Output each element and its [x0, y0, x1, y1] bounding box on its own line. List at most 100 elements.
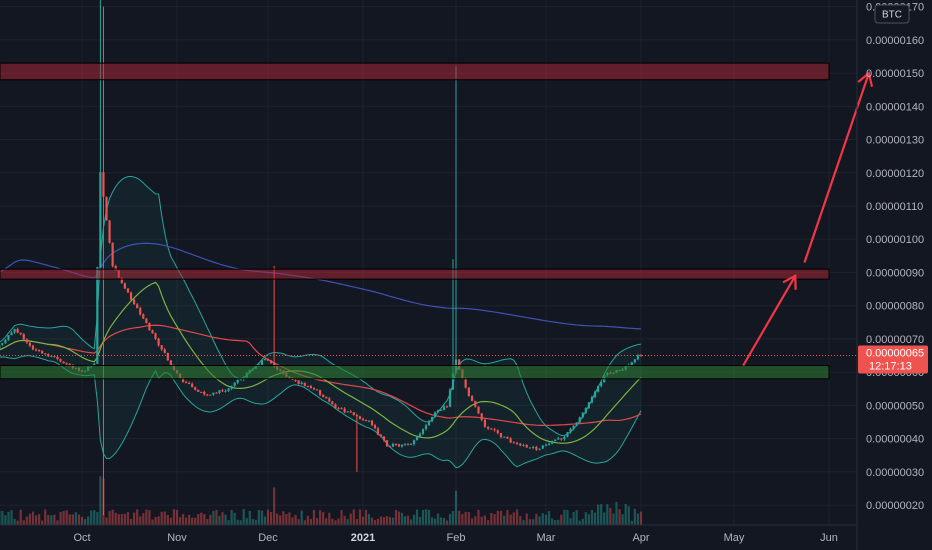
- volume-bar: [242, 509, 245, 525]
- chart[interactable]: 0.00000020 0.00000030 0.00000040 0.00000050…: [0, 0, 932, 550]
- candle-body: [148, 322, 151, 331]
- volume-bar: [28, 513, 32, 525]
- volume-bar: [260, 510, 264, 525]
- support-zone[interactable]: [0, 365, 830, 380]
- candle-body: [212, 392, 215, 395]
- candle-body: [166, 352, 169, 361]
- volume-bar: [197, 514, 200, 525]
- volume-bar: [340, 509, 343, 525]
- candle-body: [59, 358, 62, 362]
- volume-bar: [245, 518, 248, 525]
- volume-bar: [581, 518, 584, 525]
- candle-body: [13, 329, 16, 333]
- y-tick-label: 0.00000120: [866, 168, 924, 180]
- candle-body: [194, 387, 197, 390]
- candle-body: [364, 420, 368, 422]
- volume-bar: [59, 511, 62, 525]
- candle-body: [331, 401, 334, 405]
- candle-body: [509, 438, 512, 443]
- candle-body: [593, 391, 597, 397]
- candle-body: [421, 429, 425, 434]
- projection-arrows[interactable]: [742, 71, 874, 367]
- volume-bar: [584, 512, 587, 525]
- chart-svg[interactable]: 0.00000020 0.00000030 0.00000040 0.00000050…: [0, 0, 932, 550]
- candle-body: [65, 363, 68, 365]
- candle-body: [515, 442, 519, 444]
- volume-bar: [224, 514, 227, 525]
- volume-bar: [50, 515, 53, 525]
- volume-bar: [263, 516, 267, 525]
- volume-bar: [477, 509, 480, 525]
- volume-bar: [609, 507, 612, 525]
- volume-bar: [554, 520, 557, 525]
- volume-bar: [77, 514, 81, 525]
- volume-bar: [178, 517, 182, 525]
- volume-bar: [221, 512, 224, 525]
- candle-body: [1, 343, 4, 345]
- volume-bar: [624, 504, 627, 525]
- volume-bar: [433, 518, 437, 525]
- candle-body: [367, 420, 371, 422]
- candle-body: [376, 428, 380, 435]
- candle-body: [318, 390, 322, 395]
- arrow-shaft: [803, 72, 870, 263]
- volume-bar: [600, 504, 603, 525]
- candle-body: [56, 356, 59, 359]
- candle-body: [560, 438, 563, 440]
- candle-body: [596, 385, 600, 392]
- resistance-zone[interactable]: [0, 268, 830, 280]
- volume-bar: [461, 513, 464, 525]
- candle-body: [322, 394, 325, 397]
- volume-bar: [569, 518, 572, 525]
- candle-body: [578, 417, 581, 423]
- volume-bar: [593, 512, 597, 525]
- candle-body: [538, 448, 541, 450]
- volume-bar: [37, 514, 41, 525]
- candle-body: [197, 389, 200, 392]
- candle-body: [630, 362, 633, 366]
- candle-body: [633, 359, 636, 363]
- y-tick-label: 0.00000100: [866, 234, 924, 246]
- candle-body: [334, 404, 337, 409]
- candle-body: [406, 444, 410, 446]
- volume-bar: [120, 514, 123, 525]
- volume-bar: [535, 513, 538, 525]
- candle-body: [31, 345, 35, 350]
- candle-body: [203, 391, 206, 395]
- candle-body: [224, 390, 227, 392]
- volume-bar: [630, 520, 633, 525]
- currency-badge[interactable]: BTC: [874, 4, 910, 24]
- candle-body: [373, 425, 377, 429]
- candle-body: [312, 388, 316, 390]
- candle-body: [412, 440, 416, 445]
- resistance-zone[interactable]: [0, 62, 830, 81]
- volume-bar: [382, 517, 386, 525]
- volume-bar: [578, 520, 581, 525]
- projection-arrow[interactable]: [742, 273, 797, 367]
- volume-bar: [83, 518, 87, 525]
- volume-bar: [525, 513, 528, 525]
- candle-body: [50, 356, 53, 358]
- volume-bar: [563, 509, 566, 525]
- volume-bar: [13, 518, 16, 525]
- volume-bar: [47, 514, 50, 525]
- volume-bar: [136, 509, 139, 525]
- y-tick-label: 0.00000040: [866, 434, 924, 446]
- candle-body: [16, 329, 19, 333]
- volume-bar: [439, 517, 443, 525]
- volume-bar: [139, 516, 142, 525]
- volume-bar: [458, 510, 461, 525]
- projection-arrow[interactable]: [803, 71, 874, 263]
- volume-bar: [160, 511, 163, 525]
- volume-bar: [442, 517, 446, 525]
- volume-bar: [297, 519, 300, 525]
- volume-bar: [418, 517, 422, 525]
- volume-bar: [212, 510, 215, 525]
- candle-body: [400, 444, 404, 447]
- y-tick-label: 0.00000140: [866, 101, 924, 113]
- candle-body: [487, 426, 490, 429]
- candle-body: [512, 442, 515, 444]
- candle-body: [506, 436, 509, 439]
- volume-bar: [200, 512, 203, 525]
- candle-body: [343, 408, 346, 413]
